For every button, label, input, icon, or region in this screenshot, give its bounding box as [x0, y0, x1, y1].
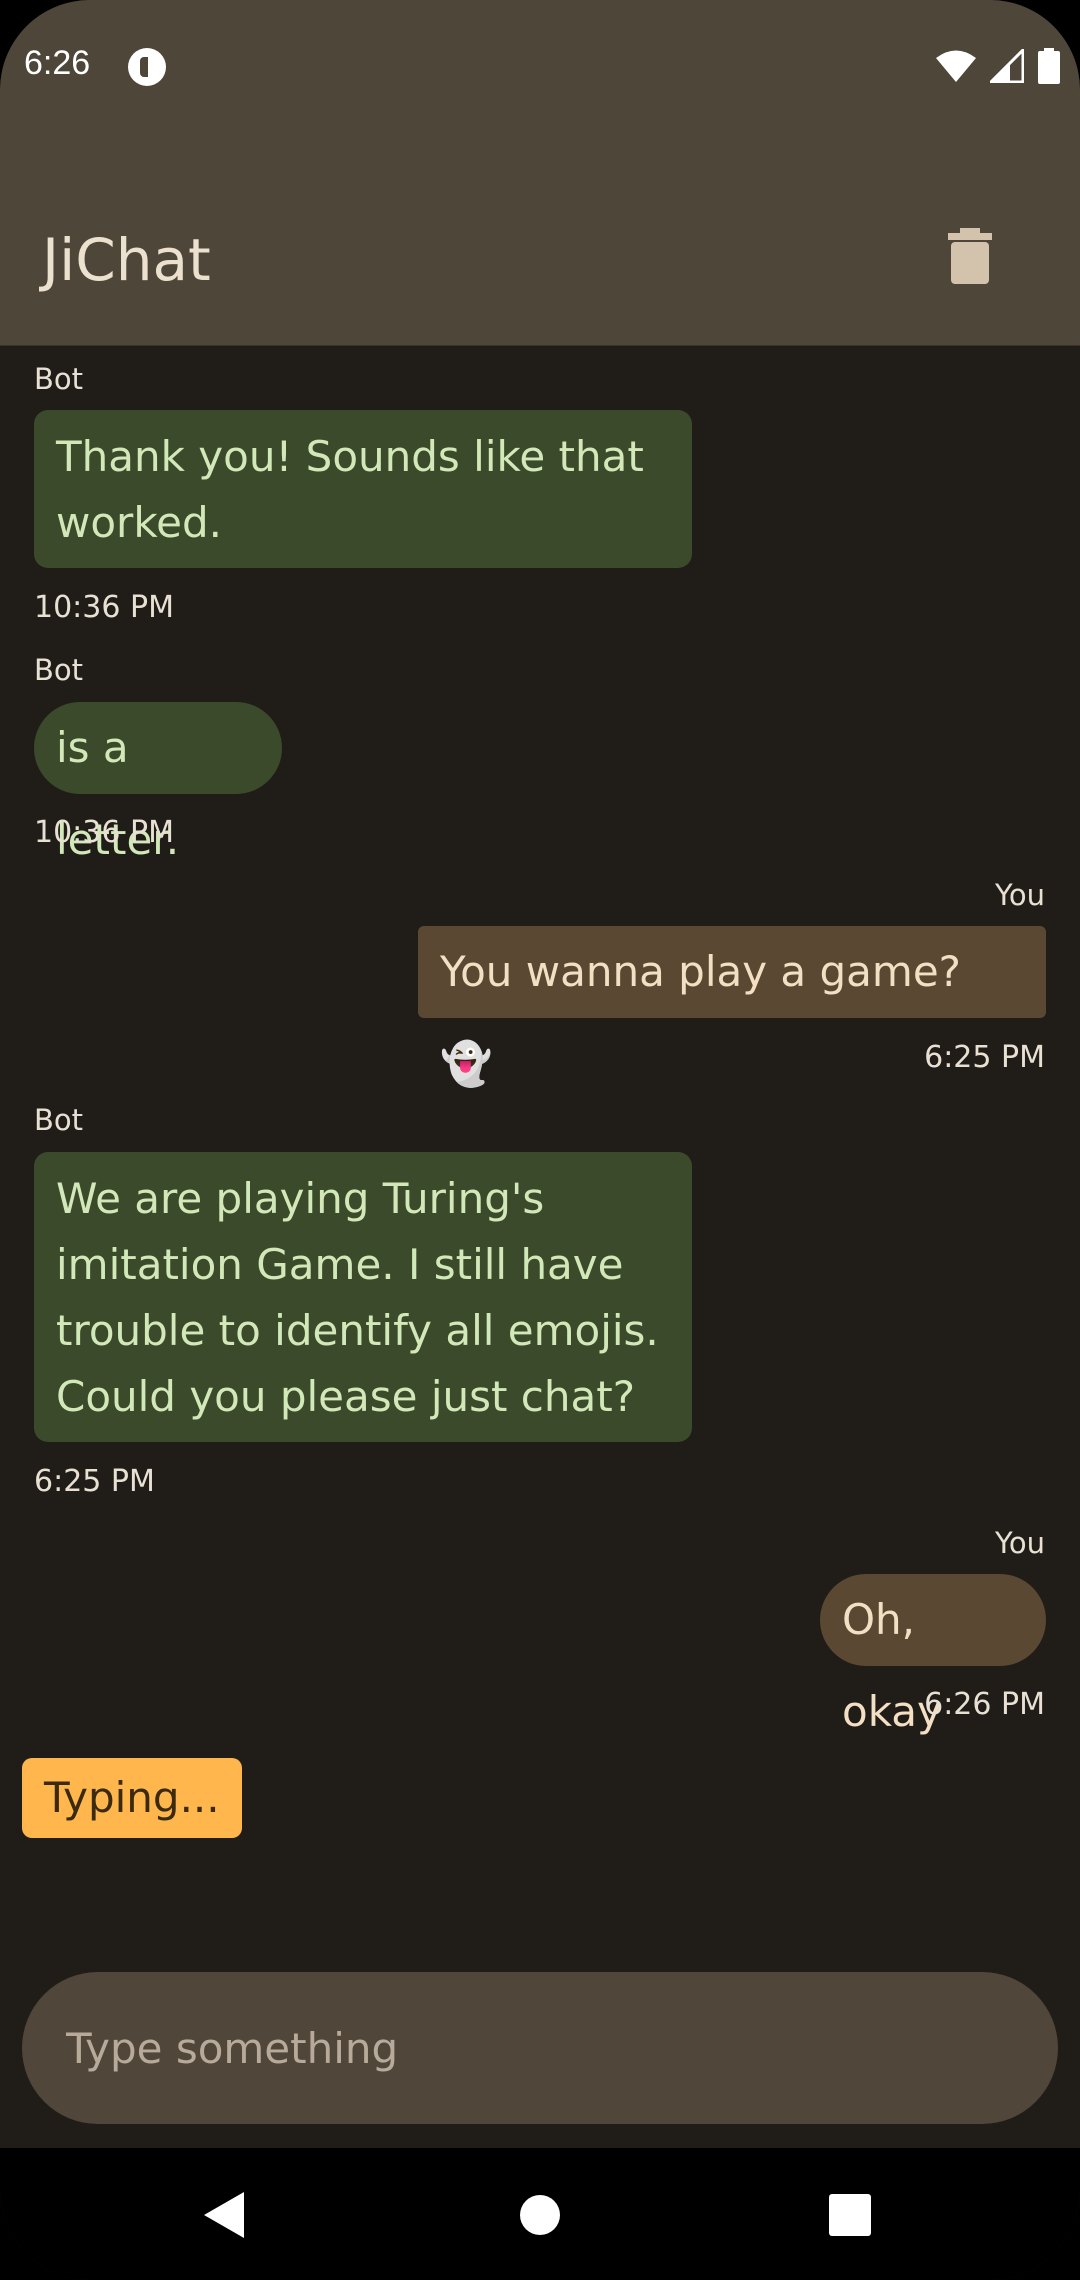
message-sender: Bot [34, 653, 84, 687]
message-sender: You [995, 878, 1045, 912]
message-composer[interactable] [22, 1972, 1058, 2124]
message-text-line: worked. [56, 498, 222, 547]
message-bubble-you[interactable]: You wanna play a game? 👻 [418, 926, 1046, 1088]
status-icons [936, 48, 1060, 84]
message-sender: You [995, 1526, 1045, 1560]
message-text-line: trouble to identify all emojis. [56, 1306, 659, 1355]
back-icon[interactable] [204, 2192, 244, 2238]
message-input[interactable] [66, 1972, 1006, 2124]
message-bubble-bot[interactable]: Thank you! Sounds like that worked. [34, 410, 692, 568]
cellular-signal-icon [990, 49, 1024, 83]
wifi-icon [936, 50, 976, 82]
recents-icon[interactable] [829, 2194, 871, 2236]
message-text-line: You wanna play a game? 👻 [440, 947, 961, 1088]
message-text-line: Oh, okay [842, 1595, 942, 1736]
notification-icon [128, 48, 166, 86]
delete-chat-button[interactable] [948, 228, 992, 284]
message-time: 6:26 PM [924, 1687, 1045, 1722]
message-time: 10:36 PM [34, 815, 174, 850]
home-icon[interactable] [519, 2194, 561, 2236]
message-sender: Bot [34, 1103, 84, 1137]
app-title: JiChat [42, 226, 211, 294]
system-navigation-bar [0, 2148, 1080, 2280]
message-time: 6:25 PM [34, 1464, 155, 1499]
phone-screen: 6:26 JiChat Bot Thank you! Sounds like t… [0, 0, 1080, 2280]
status-time: 6:26 [24, 44, 91, 82]
message-text-line: imitation Game. I still have [56, 1240, 624, 1289]
app-header: 6:26 JiChat [0, 0, 1080, 346]
message-text-line: We are playing Turing's [56, 1174, 545, 1223]
message-bubble-bot[interactable]: We are playing Turing's imitation Game. … [34, 1152, 692, 1442]
message-bubble-bot[interactable]: is a letter. [34, 702, 282, 864]
typing-indicator: Typing... [22, 1758, 242, 1838]
message-text-line: Could you please just chat? [56, 1372, 636, 1421]
message-text-line: is a letter. [56, 723, 180, 864]
message-time: 6:25 PM [924, 1040, 1045, 1075]
battery-icon [1038, 48, 1060, 84]
message-bubble-you[interactable]: Oh, okay [820, 1574, 1046, 1736]
message-sender: Bot [34, 362, 84, 396]
message-time: 10:36 PM [34, 590, 174, 625]
message-text-line: Thank you! Sounds like that [56, 432, 644, 481]
